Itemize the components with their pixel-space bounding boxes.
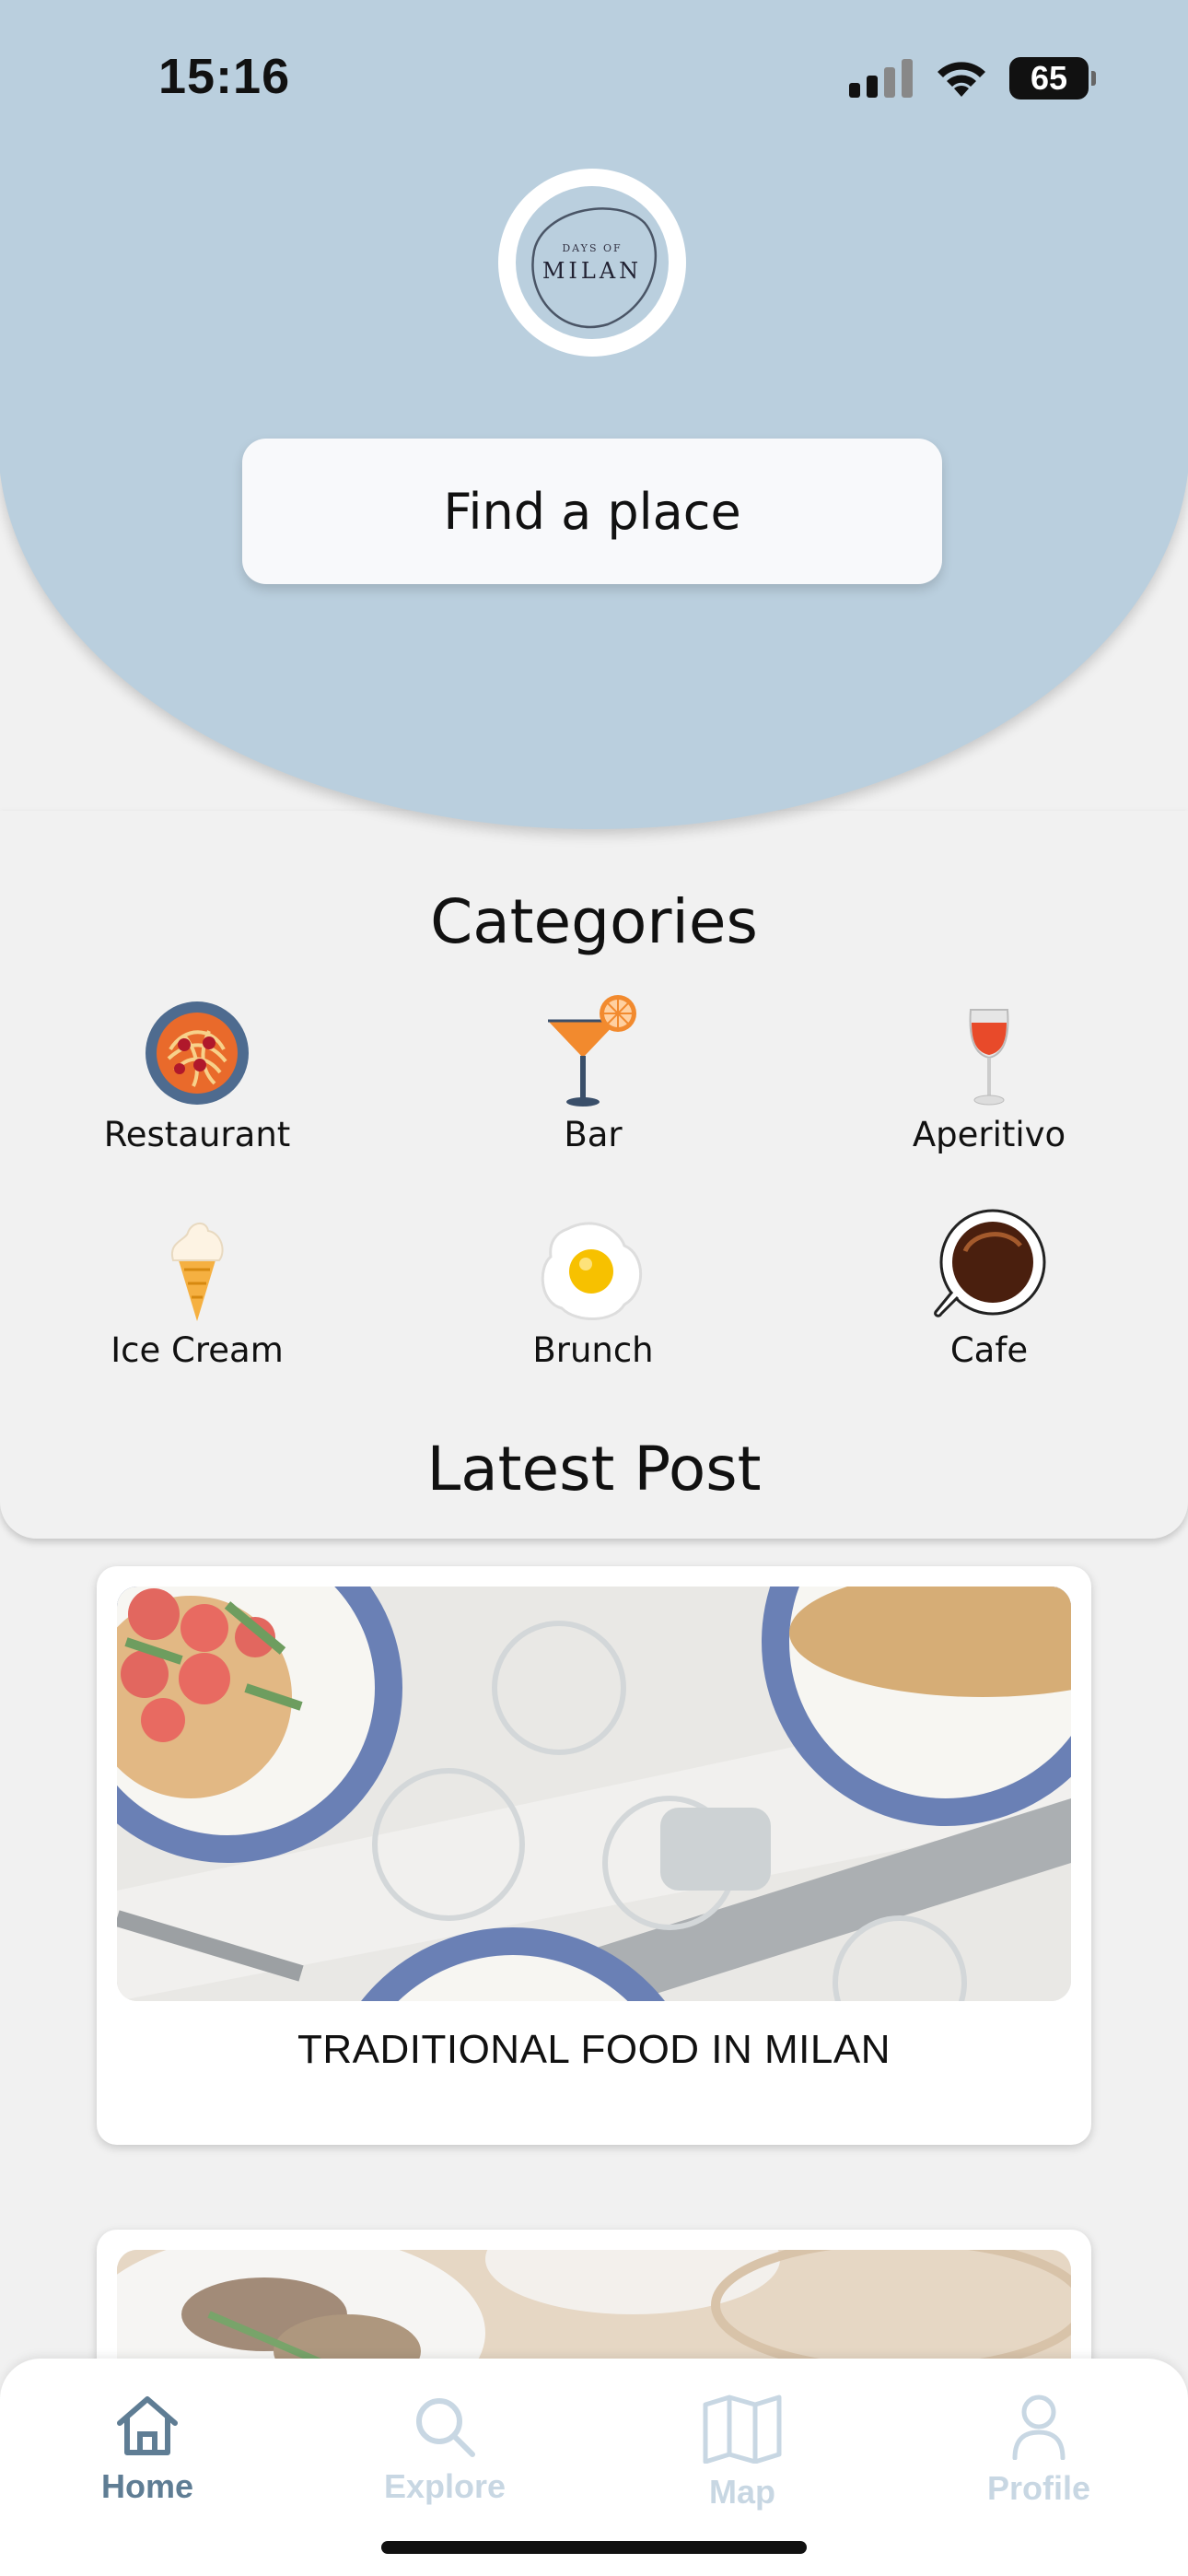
hero-header: 15:16 65 DAYS OF MILAN Find a place [0, 0, 1188, 829]
cocktail-icon [548, 995, 636, 1107]
post-card[interactable]: TRADITIONAL FOOD IN MILAN [97, 1566, 1091, 2145]
tab-explore[interactable]: Explore [353, 2394, 537, 2506]
spaghetti-plate-icon [146, 1001, 249, 1105]
map-icon [703, 2395, 782, 2465]
category-cafe[interactable]: Cafe [869, 1203, 1109, 1370]
post-image [117, 1587, 1071, 2001]
days-of-milan-logo: DAYS OF MILAN [498, 169, 686, 357]
tab-label: Explore [383, 2467, 507, 2505]
coffee-cup-icon [934, 1209, 1046, 1317]
person-icon [1012, 2395, 1066, 2461]
category-label: Restaurant [103, 1115, 291, 1154]
category-brunch[interactable]: Brunch [473, 1203, 713, 1370]
home-screen: 15:16 65 DAYS OF MILAN Find a place Cate… [0, 0, 1188, 2576]
tab-label: Map [709, 2473, 775, 2511]
category-bar[interactable]: Bar [473, 988, 713, 1154]
category-label: Ice Cream [111, 1330, 284, 1370]
fried-egg-icon [541, 1222, 643, 1320]
tab-label: Home [100, 2467, 194, 2505]
ice-cream-cone-icon [170, 1223, 224, 1321]
tab-map[interactable]: Map [650, 2394, 834, 2512]
tab-label: Profile [986, 2469, 1091, 2507]
categories-title: Categories [430, 886, 758, 957]
post-title: TRADITIONAL FOOD IN MILAN [297, 2027, 891, 2072]
home-icon [117, 2396, 178, 2455]
category-aperitivo[interactable]: Aperitivo [869, 988, 1109, 1154]
signal-icon [849, 59, 913, 98]
search-icon [416, 2398, 475, 2457]
category-ice-cream[interactable]: Ice Cream [77, 1203, 317, 1370]
latest-post-title: Latest Post [426, 1434, 762, 1505]
home-indicator[interactable] [381, 2541, 807, 2554]
category-label: Bar [564, 1115, 623, 1154]
category-restaurant[interactable]: Restaurant [77, 988, 317, 1154]
tab-profile[interactable]: Profile [947, 2394, 1131, 2508]
category-label: Aperitivo [912, 1115, 1066, 1154]
category-label: Brunch [532, 1330, 654, 1370]
battery-icon: 65 [1009, 57, 1096, 100]
wine-glass-icon [969, 1009, 1009, 1106]
wifi-icon [938, 62, 985, 97]
status-icons: 65 [849, 57, 1096, 100]
find-a-place-button[interactable]: Find a place [242, 439, 942, 584]
category-label: Cafe [949, 1330, 1029, 1370]
status-time: 15:16 [158, 49, 291, 104]
tab-home[interactable]: Home [55, 2394, 239, 2506]
